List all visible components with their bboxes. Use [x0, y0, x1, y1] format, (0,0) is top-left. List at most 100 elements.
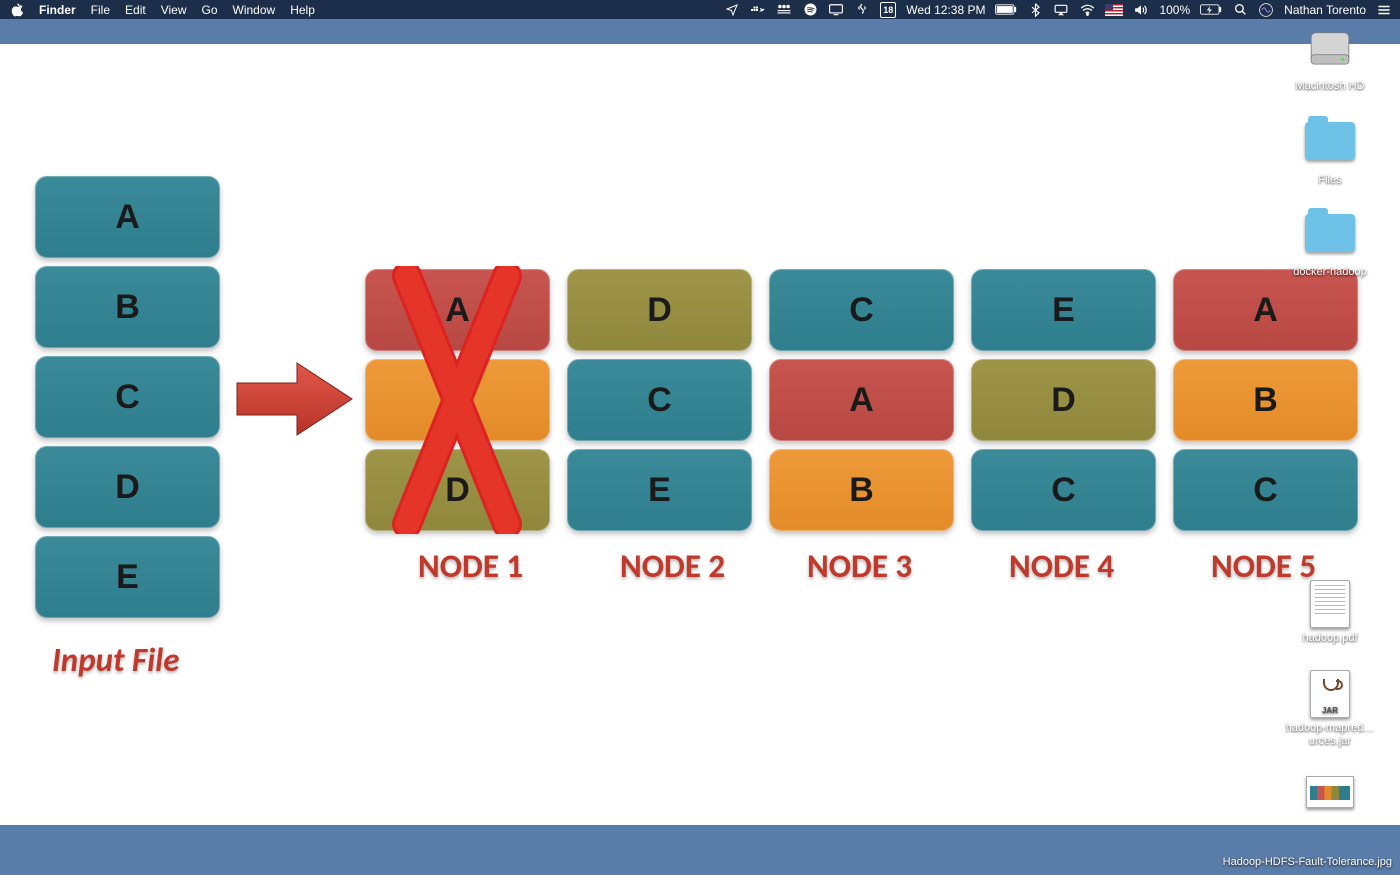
input-block-b: B [35, 266, 220, 348]
node4-block-1: E [971, 269, 1156, 351]
hdfs-diagram: A B C D E Input File A B D NODE 1 D [0, 44, 1400, 825]
bottom-strip: Hadoop-HDFS-Fault-Tolerance.jpg [0, 825, 1400, 875]
desktop-item-label: Macintosh HD [1280, 80, 1380, 93]
block-label: E [1052, 293, 1075, 327]
menu-file[interactable]: File [91, 3, 110, 17]
menubar-user-name[interactable]: Nathan Torento [1284, 3, 1366, 17]
calendar-date-badge[interactable]: 18 [880, 2, 896, 18]
node4-block-3: C [971, 449, 1156, 531]
block-label: B [115, 290, 140, 324]
node5-block-3: C [1173, 449, 1358, 531]
node5-label: NODE 5 [1211, 550, 1316, 583]
block-label: D [115, 470, 140, 504]
menu-go[interactable]: Go [202, 3, 218, 17]
block-label: A [115, 200, 140, 234]
spotify-menubar-icon[interactable] [802, 2, 818, 18]
node2-label: NODE 2 [620, 550, 725, 583]
menubar-right: 18 Wed 12:38 PM 100% Nathan Torento [724, 2, 1392, 18]
input-block-e: E [35, 536, 220, 618]
battery-percent: 100% [1159, 3, 1190, 17]
node2-block-3: E [567, 449, 752, 531]
desktop-file-hadoop-jar[interactable]: hadoop-mapred…urces.jar [1280, 670, 1380, 748]
siri-icon[interactable] [1258, 2, 1274, 18]
input-source-us-flag[interactable] [1105, 4, 1123, 16]
node1-block-2: B [365, 359, 550, 441]
block-label: D [445, 473, 470, 507]
folder-icon [1304, 214, 1356, 262]
desktop-item-label: hadoop.pdf [1280, 632, 1380, 645]
node3-block-3: B [769, 449, 954, 531]
macos-menubar: Finder File Edit View Go Window Help 18 … [0, 0, 1400, 19]
app-name[interactable]: Finder [39, 3, 76, 17]
input-block-d: D [35, 446, 220, 528]
menu-extra-2-icon[interactable] [854, 2, 870, 18]
desktop-folder-docker-hadoop[interactable]: docker-hadoop [1280, 214, 1380, 279]
wallpaper-image-content: A B C D E Input File A B D NODE 1 D [0, 44, 1400, 825]
node5-block-1: A [1173, 269, 1358, 351]
block-label: A [445, 293, 470, 327]
node3-label: NODE 3 [807, 550, 912, 583]
spotlight-icon[interactable] [1232, 2, 1248, 18]
folder-icon [1304, 122, 1356, 170]
node1-block-3: D [365, 449, 550, 531]
menu-edit[interactable]: Edit [125, 3, 146, 17]
jar-file-icon [1304, 670, 1356, 718]
node2-block-1: D [567, 269, 752, 351]
menu-help[interactable]: Help [290, 3, 315, 17]
node4-block-2: D [971, 359, 1156, 441]
block-label: B [1253, 383, 1278, 417]
block-label: C [1253, 473, 1278, 507]
menu-extra-1-icon[interactable] [776, 2, 792, 18]
bluetooth-icon[interactable] [1027, 2, 1043, 18]
notification-center-icon[interactable] [1376, 2, 1392, 18]
block-label: E [116, 560, 139, 594]
desktop-item-label: hadoop-mapred…urces.jar [1280, 722, 1380, 748]
node4-label: NODE 4 [1009, 550, 1114, 583]
airplay-icon[interactable] [1053, 2, 1069, 18]
block-label: D [1051, 383, 1076, 417]
volume-icon[interactable] [1133, 2, 1149, 18]
docker-menubar-icon[interactable] [750, 2, 766, 18]
node1-block-1: A [365, 269, 550, 351]
desktop-file-hadoop-jpg[interactable] [1280, 770, 1380, 828]
desktop-wallpaper: A B C D E Input File A B D NODE 1 D [0, 19, 1400, 825]
block-label: C [647, 383, 672, 417]
input-file-label: Input File [52, 644, 180, 677]
battery-charging-icon[interactable] [1200, 2, 1222, 18]
block-label: B [445, 383, 470, 417]
node1-label: NODE 1 [418, 550, 523, 583]
block-label: A [1253, 293, 1278, 327]
input-block-c: C [35, 356, 220, 438]
block-label: C [849, 293, 874, 327]
jpg-preview-icon [1304, 776, 1356, 824]
menu-view[interactable]: View [161, 3, 187, 17]
block-label: C [115, 380, 140, 414]
block-label: D [647, 293, 672, 327]
node2-block-2: C [567, 359, 752, 441]
desktop-item-label: Files [1280, 174, 1380, 187]
desktop-file-hadoop-pdf[interactable]: hadoop.pdf [1280, 580, 1380, 645]
pdf-document-icon [1304, 580, 1356, 628]
desktop-folder-files[interactable]: Files [1280, 122, 1380, 187]
location-icon[interactable] [724, 2, 740, 18]
block-label: E [648, 473, 671, 507]
input-block-a: A [35, 176, 220, 258]
desktop-macintosh-hd[interactable]: Macintosh HD [1280, 28, 1380, 93]
node3-block-2: A [769, 359, 954, 441]
harddrive-icon [1304, 28, 1356, 76]
block-label: C [1051, 473, 1076, 507]
block-label: B [849, 473, 874, 507]
menubar-left: Finder File Edit View Go Window Help [8, 2, 315, 18]
battery-icon[interactable] [995, 2, 1017, 18]
desktop-item-label: Hadoop-HDFS-Fault-Tolerance.jpg [1223, 856, 1392, 869]
menu-window[interactable]: Window [233, 3, 276, 17]
block-label: A [849, 383, 874, 417]
apple-menu-icon[interactable] [8, 2, 24, 18]
node3-block-1: C [769, 269, 954, 351]
wifi-icon[interactable] [1079, 2, 1095, 18]
arrow-icon [232, 349, 362, 449]
node5-block-2: B [1173, 359, 1358, 441]
desktop-item-label: docker-hadoop [1280, 266, 1380, 279]
screen-mirroring-menubar-icon[interactable] [828, 2, 844, 18]
menubar-clock[interactable]: Wed 12:38 PM [906, 3, 985, 17]
